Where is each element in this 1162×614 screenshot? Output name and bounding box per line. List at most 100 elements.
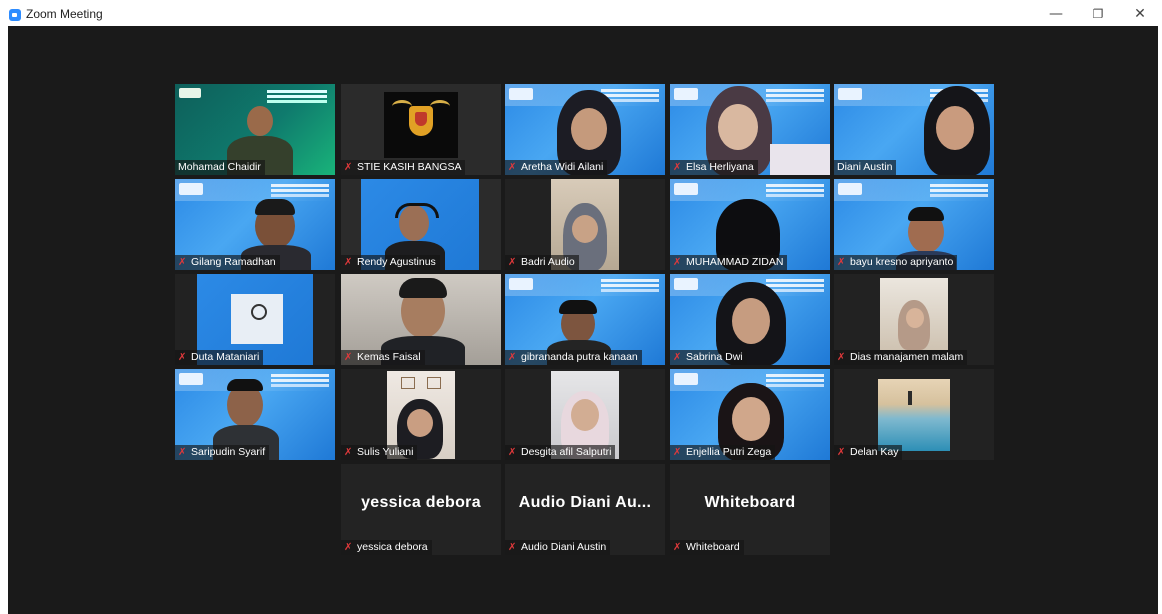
- microphone-muted-icon: ✗: [837, 257, 846, 268]
- microphone-muted-icon: ✗: [344, 542, 353, 553]
- zoom-app-icon: [9, 9, 21, 21]
- participant-name: Aretha Widi Ailani: [521, 161, 604, 173]
- participant-name-label: ✗ Enjellia Putri Zega: [670, 445, 776, 460]
- participant-name: MUHAMMAD ZIDAN: [686, 256, 784, 268]
- video-tile[interactable]: Audio Diani Au... ✗ Audio Diani Austin: [505, 464, 665, 555]
- video-tile[interactable]: Mohamad Chaidir: [175, 84, 335, 175]
- participant-name: Diani Austin: [837, 161, 893, 173]
- participant-name: Duta Mataniari: [191, 351, 260, 363]
- participant-name-label: ✗ yessica debora: [341, 540, 432, 555]
- participant-display-name: yessica debora: [361, 494, 481, 511]
- participant-name-label: ✗ Whiteboard: [670, 540, 744, 555]
- participant-name-label: ✗ bayu kresno apriyanto: [834, 255, 958, 270]
- participant-name: Rendy Agustinus: [357, 256, 436, 268]
- participant-name: Dias manajamen malam: [850, 351, 964, 363]
- microphone-muted-icon: ✗: [344, 162, 353, 173]
- participant-name: Desgita afil Salputri: [521, 446, 612, 458]
- participant-name-label: Mohamad Chaidir: [175, 160, 265, 175]
- participant-name-label: ✗ MUHAMMAD ZIDAN: [670, 255, 788, 270]
- microphone-muted-icon: ✗: [178, 257, 187, 268]
- participant-name: STIE KASIH BANGSA: [357, 161, 462, 173]
- participant-name-label: ✗ Sulis Yuliani: [341, 445, 418, 460]
- video-tile[interactable]: ✗ Sabrina Dwi: [670, 274, 830, 365]
- microphone-muted-icon: ✗: [344, 257, 353, 268]
- microphone-muted-icon: ✗: [508, 542, 517, 553]
- video-tile[interactable]: ✗ Gilang Ramadhan: [175, 179, 335, 270]
- video-gallery: Mohamad Chaidir ✗ STIE KASIH BANGSA ✗ Aret…: [8, 26, 1158, 614]
- title-bar: Zoom Meeting — ❐ ✕: [0, 0, 1162, 28]
- participant-name: bayu kresno apriyanto: [850, 256, 954, 268]
- video-tile[interactable]: ✗ gibrananda putra kanaan: [505, 274, 665, 365]
- participant-name-label: ✗ Aretha Widi Ailani: [505, 160, 608, 175]
- participant-name-label: ✗ Delan Kay: [834, 445, 903, 460]
- participant-name-label: ✗ Desgita afil Salputri: [505, 445, 616, 460]
- microphone-muted-icon: ✗: [673, 257, 682, 268]
- participant-display-name: Whiteboard: [704, 494, 796, 511]
- participant-name: Gilang Ramadhan: [191, 256, 276, 268]
- participant-name: Enjellia Putri Zega: [686, 446, 772, 458]
- participant-name: Mohamad Chaidir: [178, 161, 261, 173]
- participant-name: Badri Audio: [521, 256, 575, 268]
- video-tile[interactable]: ✗ Duta Mataniari: [175, 274, 335, 365]
- participant-name-label: ✗ Gilang Ramadhan: [175, 255, 280, 270]
- participant-name: Sulis Yuliani: [357, 446, 414, 458]
- microphone-muted-icon: ✗: [837, 447, 846, 458]
- participant-name: Sabrina Dwi: [686, 351, 743, 363]
- microphone-muted-icon: ✗: [508, 447, 517, 458]
- microphone-muted-icon: ✗: [673, 542, 682, 553]
- participant-name: Saripudin Syarif: [191, 446, 266, 458]
- microphone-muted-icon: ✗: [344, 352, 353, 363]
- video-tile[interactable]: ✗ bayu kresno apriyanto: [834, 179, 994, 270]
- microphone-muted-icon: ✗: [673, 447, 682, 458]
- participant-name-label: ✗ Saripudin Syarif: [175, 445, 270, 460]
- participant-name-label: ✗ STIE KASIH BANGSA: [341, 160, 466, 175]
- participant-name-label: ✗ Kemas Faisal: [341, 350, 425, 365]
- microphone-muted-icon: ✗: [508, 257, 517, 268]
- microphone-muted-icon: ✗: [673, 162, 682, 173]
- microphone-muted-icon: ✗: [344, 447, 353, 458]
- participant-name-label: ✗ gibrananda putra kanaan: [505, 350, 642, 365]
- video-tile[interactable]: Whiteboard ✗ Whiteboard: [670, 464, 830, 555]
- participant-name: Audio Diani Austin: [521, 541, 607, 553]
- participant-name: Delan Kay: [850, 446, 899, 458]
- participant-display-name: Audio Diani Au...: [518, 494, 652, 511]
- participant-name-label: ✗ Sabrina Dwi: [670, 350, 747, 365]
- participant-name-label: ✗ Badri Audio: [505, 255, 579, 270]
- participant-name: yessica debora: [357, 541, 428, 553]
- participant-name: Whiteboard: [686, 541, 740, 553]
- close-button[interactable]: ✕: [1120, 2, 1160, 26]
- video-tile[interactable]: ✗ STIE KASIH BANGSA: [341, 84, 501, 175]
- video-tile[interactable]: ✗ Desgita afil Salputri: [505, 369, 665, 460]
- video-tile[interactable]: ✗ MUHAMMAD ZIDAN: [670, 179, 830, 270]
- video-tile[interactable]: ✗ Sulis Yuliani: [341, 369, 501, 460]
- video-tile[interactable]: ✗ Saripudin Syarif: [175, 369, 335, 460]
- video-tile[interactable]: ✗ Badri Audio: [505, 179, 665, 270]
- window-title: Zoom Meeting: [26, 7, 103, 21]
- participant-name-label: ✗ Elsa Herliyana: [670, 160, 758, 175]
- video-tile[interactable]: ✗ Delan Kay: [834, 369, 994, 460]
- microphone-muted-icon: ✗: [178, 447, 187, 458]
- participant-name-label: Diani Austin: [834, 160, 897, 175]
- microphone-muted-icon: ✗: [508, 352, 517, 363]
- video-tile[interactable]: ✗ Dias manajamen malam: [834, 274, 994, 365]
- microphone-muted-icon: ✗: [837, 352, 846, 363]
- restore-button[interactable]: ❐: [1078, 2, 1118, 26]
- video-tile[interactable]: Diani Austin: [834, 84, 994, 175]
- stie-logo-emblem: [384, 92, 458, 158]
- participant-name-label: ✗ Audio Diani Austin: [505, 540, 611, 555]
- participant-name-label: ✗ Duta Mataniari: [175, 350, 264, 365]
- video-tile[interactable]: ✗ Kemas Faisal: [341, 274, 501, 365]
- video-tile[interactable]: ✗ Aretha Widi Ailani: [505, 84, 665, 175]
- participant-name: gibrananda putra kanaan: [521, 351, 638, 363]
- microphone-muted-icon: ✗: [178, 352, 187, 363]
- microphone-muted-icon: ✗: [508, 162, 517, 173]
- video-tile[interactable]: ✗ Elsa Herliyana: [670, 84, 830, 175]
- video-tile[interactable]: ✗ Rendy Agustinus: [341, 179, 501, 270]
- video-tile[interactable]: ✗ Enjellia Putri Zega: [670, 369, 830, 460]
- microphone-muted-icon: ✗: [673, 352, 682, 363]
- participant-name: Kemas Faisal: [357, 351, 421, 363]
- video-tile[interactable]: yessica debora ✗ yessica debora: [341, 464, 501, 555]
- participant-name-label: ✗ Rendy Agustinus: [341, 255, 440, 270]
- participant-name-label: ✗ Dias manajamen malam: [834, 350, 968, 365]
- minimize-button[interactable]: —: [1036, 2, 1076, 26]
